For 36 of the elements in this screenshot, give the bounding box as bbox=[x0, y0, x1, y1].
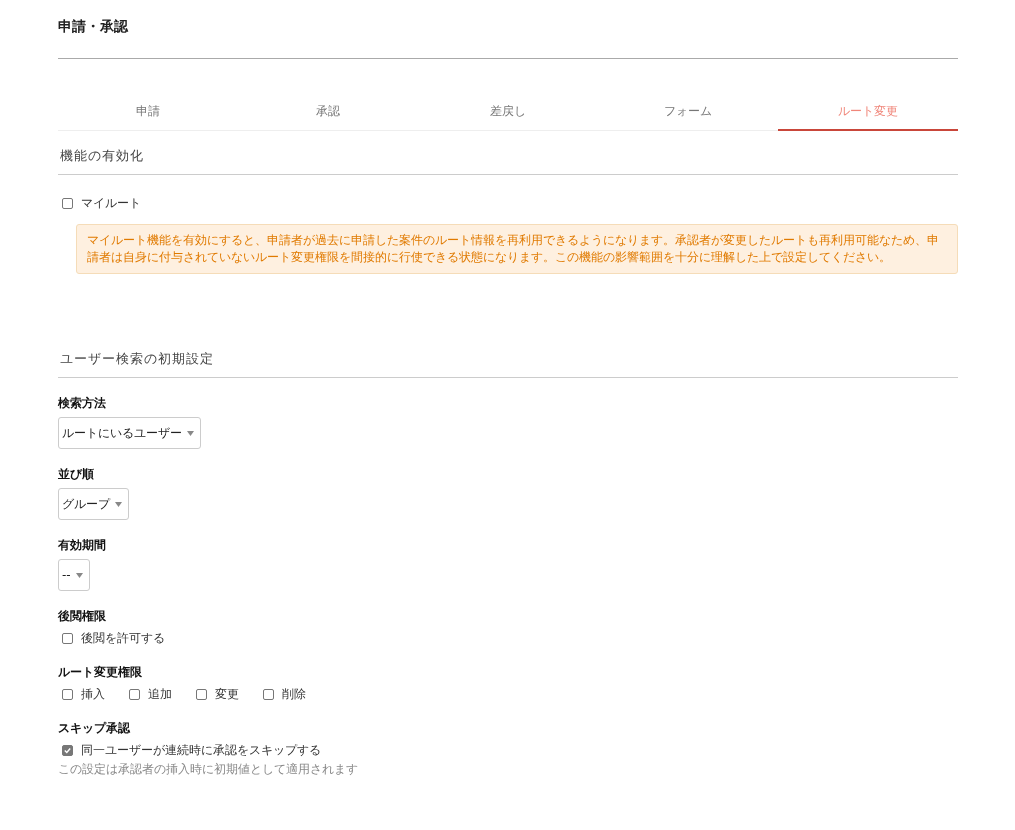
section-heading: 機能の有効化 bbox=[58, 131, 958, 175]
hint-text: この設定は承認者の挿入時に初期値として適用されます bbox=[58, 761, 359, 778]
caret-icon bbox=[187, 430, 194, 436]
field-label: 有効期間 bbox=[58, 538, 107, 553]
field-label: 検索方法 bbox=[58, 396, 107, 411]
page-title: 申請・承認 bbox=[58, 18, 958, 59]
tab[interactable]: 承認 bbox=[238, 93, 418, 131]
tab[interactable]: ルート変更 bbox=[778, 93, 958, 131]
checkbox-label: マイルート bbox=[81, 195, 141, 212]
field-label: 並び順 bbox=[58, 467, 95, 482]
checkbox[interactable] bbox=[62, 745, 73, 756]
section-heading: ユーザー検索の初期設定 bbox=[58, 334, 958, 378]
caret-icon bbox=[115, 501, 122, 507]
checkbox[interactable] bbox=[196, 689, 207, 700]
checkbox-label: 後閲を許可する bbox=[81, 630, 165, 647]
field-label: ルート変更権限 bbox=[58, 665, 143, 680]
checkbox-label: 変更 bbox=[215, 686, 239, 703]
warning-message: マイルート機能を有効にすると、申請者が過去に申請した案件のルート情報を再利用できるようになります。承認者が変更したルートも再利用可能なため、申請者は自身に付与されていないルート変更権限を間接的に行使できる状態になります。この機能の影響範囲を十分に理解した上で設定してください。 bbox=[76, 224, 958, 274]
tab[interactable]: 申請 bbox=[58, 93, 238, 131]
caret-icon bbox=[75, 572, 83, 578]
checkbox[interactable] bbox=[129, 689, 140, 700]
dropdown[interactable]: グループ bbox=[58, 488, 129, 520]
dropdown[interactable]: ルートにいるユーザー bbox=[58, 417, 201, 449]
checkbox-label: 追加 bbox=[148, 686, 172, 703]
field-label: 後閲権限 bbox=[58, 609, 107, 624]
checkbox-label: 削除 bbox=[282, 686, 306, 703]
field-label: スキップ承認 bbox=[58, 721, 131, 736]
checkbox[interactable] bbox=[263, 689, 274, 700]
checkbox-label: 挿入 bbox=[81, 686, 105, 703]
tab[interactable]: 差戻し bbox=[418, 93, 598, 131]
checkbox[interactable] bbox=[62, 689, 73, 700]
checkbox-label: 同一ユーザーが連続時に承認をスキップする bbox=[81, 742, 321, 759]
dropdown[interactable]: -- bbox=[58, 559, 90, 591]
checkbox[interactable] bbox=[62, 633, 73, 644]
checkbox[interactable] bbox=[62, 198, 73, 209]
tab[interactable]: フォーム bbox=[598, 93, 778, 131]
